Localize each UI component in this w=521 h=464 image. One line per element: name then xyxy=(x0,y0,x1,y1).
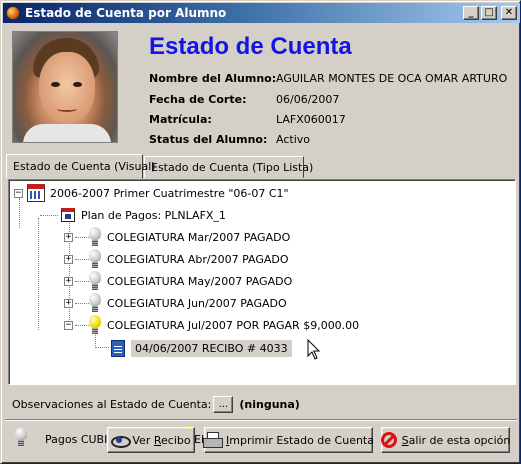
tree-node-receipt[interactable]: 04/06/2007 RECIBO # 4033 xyxy=(111,338,292,358)
gray-bulb-icon xyxy=(15,427,27,447)
expand-icon[interactable]: + xyxy=(64,232,73,242)
mouse-cursor-icon xyxy=(307,339,321,360)
main-window: Estado de Cuenta por Alumno _ □ ✕ Estado… xyxy=(0,0,521,464)
expand-icon[interactable]: + xyxy=(64,298,73,308)
collapse-icon[interactable]: − xyxy=(14,188,23,198)
receipt-icon xyxy=(111,339,125,357)
legend-paid-label: Pagos CUBIE xyxy=(45,433,115,446)
tree-node-item[interactable]: − COLEGIATURA Jul/2007 POR PAGAR $9,000.… xyxy=(64,315,359,335)
student-status-value: Activo xyxy=(276,133,310,146)
observations-button[interactable]: ... xyxy=(213,396,234,413)
tree-node-item-label: COLEGIATURA Jun/2007 PAGADO xyxy=(107,296,287,310)
calendar-icon xyxy=(27,184,45,202)
tree-node-item-label: COLEGIATURA Mar/2007 PAGADO xyxy=(107,230,291,244)
no-entry-icon xyxy=(380,432,397,448)
tree-node-item-label: COLEGIATURA Jul/2007 POR PAGAR $9,000.00 xyxy=(107,318,360,332)
exit-label: Salir de esta opción xyxy=(401,433,511,447)
view-receipt-label: Ver Recibo xyxy=(132,433,191,447)
yellow-bulb-icon xyxy=(89,315,101,335)
printer-icon xyxy=(203,432,224,448)
expand-icon[interactable]: + xyxy=(64,276,73,286)
cutoff-date-value: 06/06/2007 xyxy=(276,93,340,106)
tree-node-period[interactable]: − 2006-2007 Primer Cuatrimestre "06-07 C… xyxy=(14,183,289,203)
view-receipt-button[interactable]: Ver Recibo xyxy=(107,427,195,453)
observations-label: Observaciones al Estado de Cuenta: xyxy=(12,398,212,411)
account-tree[interactable]: − 2006-2007 Primer Cuatrimestre "06-07 C… xyxy=(8,179,516,385)
page-title: Estado de Cuenta xyxy=(149,33,352,60)
gray-bulb-icon xyxy=(89,227,101,247)
title-bar[interactable]: Estado de Cuenta por Alumno _ □ ✕ xyxy=(3,3,520,23)
close-button[interactable]: ✕ xyxy=(501,6,517,20)
gray-bulb-icon xyxy=(89,271,101,291)
eye-icon xyxy=(111,434,132,448)
collapse-icon[interactable]: − xyxy=(64,320,73,330)
tree-node-item[interactable]: + COLEGIATURA Abr/2007 PAGADO xyxy=(64,249,289,269)
enrollment-value: LAFX060017 xyxy=(276,113,346,126)
tree-node-item-label: COLEGIATURA May/2007 PAGADO xyxy=(107,274,293,288)
print-statement-button[interactable]: Imprimir Estado de Cuenta xyxy=(203,427,374,453)
tab-list[interactable]: Estado de Cuenta (Tipo Lista) xyxy=(144,156,313,178)
gray-bulb-icon xyxy=(89,293,101,313)
expand-icon[interactable]: + xyxy=(64,254,73,264)
app-icon xyxy=(6,6,20,20)
student-name-label: Nombre del Alumno: xyxy=(149,72,277,85)
student-name-value: AGUILAR MONTES DE OCA OMAR ARTURO xyxy=(276,72,508,85)
minimize-button[interactable]: _ xyxy=(463,6,479,20)
observations-value: (ninguna) xyxy=(239,398,300,411)
gray-bulb-icon xyxy=(89,249,101,269)
cutoff-date-label: Fecha de Corte: xyxy=(149,93,247,106)
tree-node-item[interactable]: + COLEGIATURA Jun/2007 PAGADO xyxy=(64,293,287,313)
enrollment-label: Matrícula: xyxy=(149,113,212,126)
tree-node-receipt-label: 04/06/2007 RECIBO # 4033 xyxy=(131,339,292,357)
print-statement-label: Imprimir Estado de Cuenta xyxy=(226,433,374,447)
tree-node-item-label: COLEGIATURA Abr/2007 PAGADO xyxy=(107,252,289,266)
tree-node-period-label: 2006-2007 Primer Cuatrimestre "06-07 C1" xyxy=(50,186,289,200)
tab-visual[interactable]: Estado de Cuenta (Visual) xyxy=(6,154,156,179)
maximize-button[interactable]: □ xyxy=(481,6,497,20)
tree-node-item[interactable]: + COLEGIATURA Mar/2007 PAGADO xyxy=(64,227,290,247)
student-status-label: Status del Alumno: xyxy=(149,133,268,146)
payment-plan-icon xyxy=(61,208,75,222)
student-photo xyxy=(12,31,118,143)
window-title: Estado de Cuenta por Alumno xyxy=(25,6,227,20)
divider xyxy=(5,419,517,421)
exit-button[interactable]: Salir de esta opción xyxy=(380,427,511,453)
observations-row: Observaciones al Estado de Cuenta: ... (… xyxy=(12,396,300,413)
tree-node-plan-label: Plan de Pagos: PLNLAFX_1 xyxy=(81,208,226,222)
tree-node-plan[interactable]: Plan de Pagos: PLNLAFX_1 xyxy=(61,205,226,225)
tree-node-item[interactable]: + COLEGIATURA May/2007 PAGADO xyxy=(64,271,292,291)
